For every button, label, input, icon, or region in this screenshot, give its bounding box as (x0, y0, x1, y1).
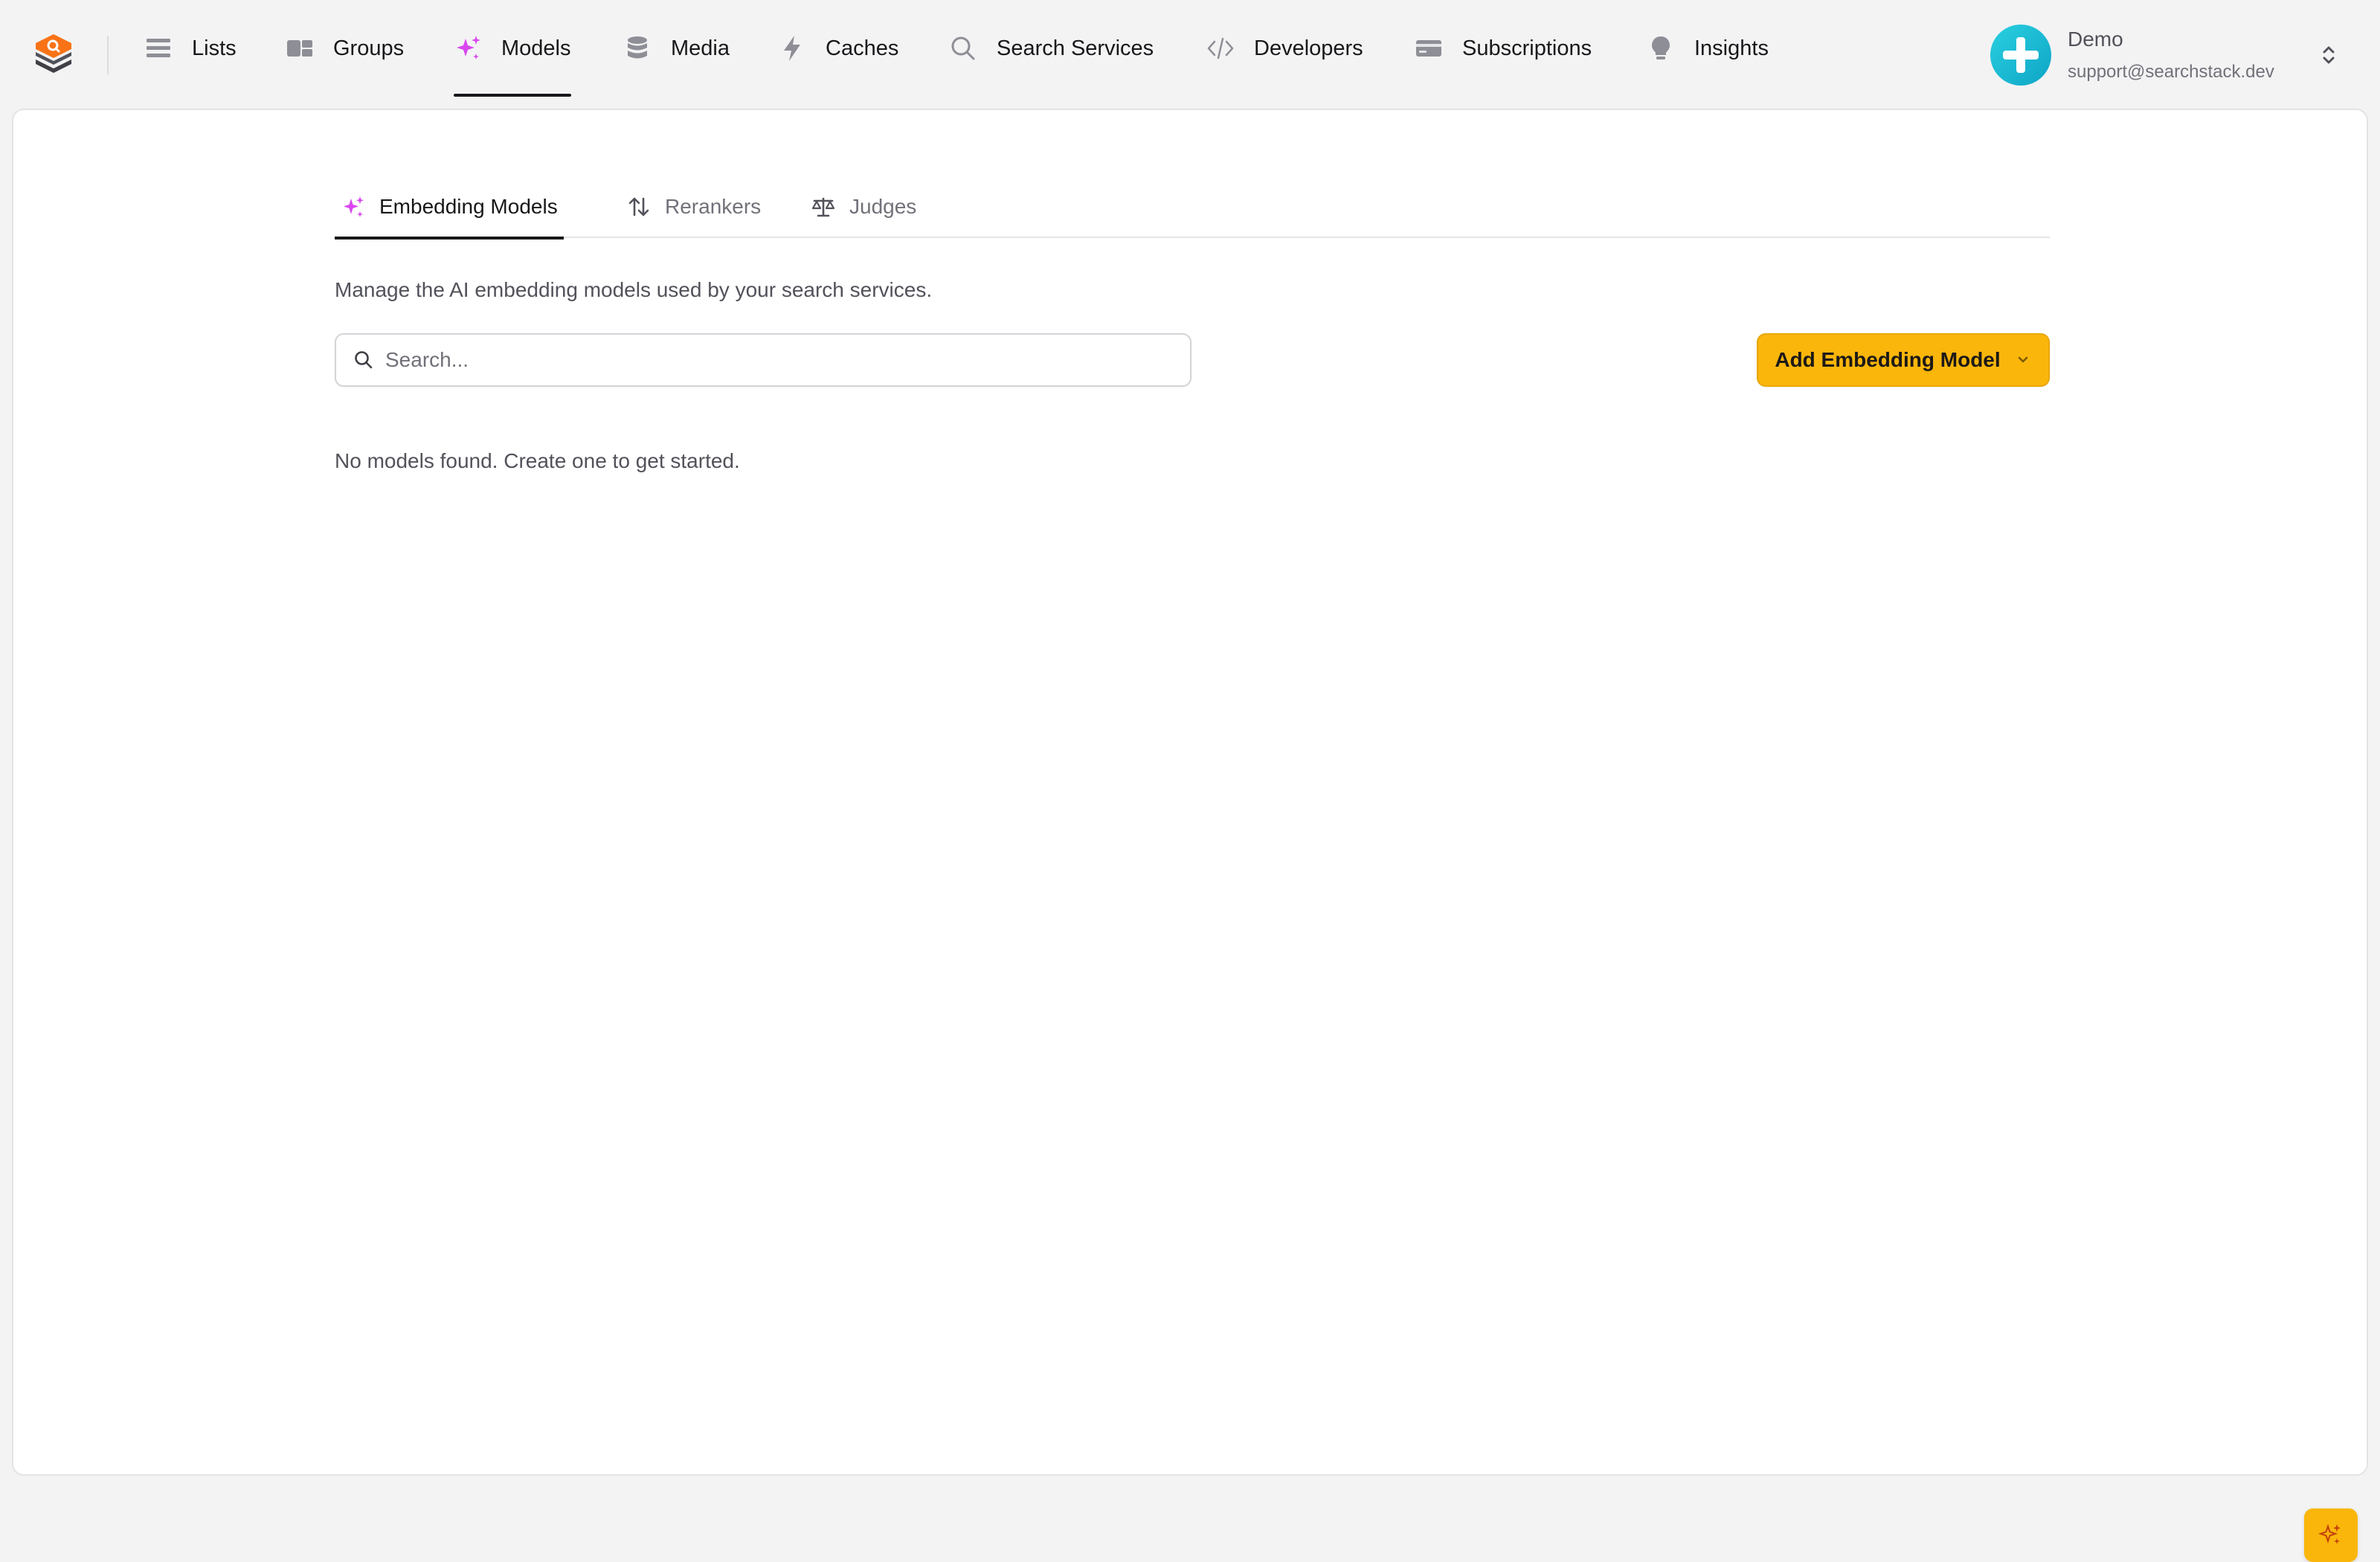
ai-assistant-button[interactable] (2304, 1508, 2358, 1562)
account-switcher[interactable]: Demo support@searchstack.dev (1990, 22, 2340, 88)
database-icon (623, 34, 652, 62)
top-navigation-bar: Lists Groups Models Media Caches Search … (0, 0, 2380, 109)
arrows-up-down-icon (626, 194, 652, 219)
page-description: Manage the AI embedding models used by y… (335, 278, 933, 301)
search-box (335, 333, 1191, 387)
nav-item-label: Caches (826, 36, 899, 60)
nav-item-developers[interactable]: Developers (1206, 0, 1363, 97)
nav-item-groups[interactable]: Groups (286, 0, 404, 97)
sparkles-icon (341, 194, 366, 219)
nav-item-label: Insights (1694, 36, 1769, 60)
groups-icon (286, 34, 314, 62)
account-email: support@searchstack.dev (2068, 62, 2274, 82)
chevron-up-down-icon (2318, 42, 2340, 68)
search-icon (353, 349, 375, 371)
nav-item-label: Subscriptions (1462, 36, 1592, 60)
sparkles-icon (454, 34, 482, 62)
nav-item-label: Groups (333, 36, 405, 60)
nav-item-label: Lists (192, 36, 237, 60)
tab-label: Judges (849, 195, 917, 218)
nav-item-label: Search Services (997, 36, 1154, 60)
lightbulb-icon (1647, 34, 1675, 62)
nav-item-label: Developers (1254, 36, 1363, 60)
nav-item-models[interactable]: Models (454, 0, 571, 97)
nav-item-media[interactable]: Media (623, 0, 730, 97)
lightning-icon (778, 34, 806, 62)
tab-label: Embedding Models (379, 195, 558, 218)
sparkles-icon (2318, 1521, 2344, 1550)
scale-icon (811, 194, 836, 219)
add-embedding-model-button[interactable]: Add Embedding Model (1757, 333, 2050, 387)
nav-item-insights[interactable]: Insights (1647, 0, 1769, 97)
avatar (1990, 25, 2051, 86)
search-input[interactable] (385, 348, 1174, 372)
empty-state-message: No models found. Create one to get start… (335, 449, 740, 472)
logo-divider (107, 36, 109, 74)
nav-item-subscriptions[interactable]: Subscriptions (1415, 0, 1592, 97)
nav-item-search-services[interactable]: Search Services (949, 0, 1154, 97)
nav-item-label: Media (671, 36, 730, 60)
tab-label: Rerankers (665, 195, 762, 218)
account-info: Demo support@searchstack.dev (2068, 28, 2274, 83)
nav-item-caches[interactable]: Caches (778, 0, 898, 97)
add-button-label: Add Embedding Model (1775, 348, 2001, 371)
search-icon (949, 34, 977, 62)
nav-item-lists[interactable]: Lists (144, 0, 237, 97)
tab-rerankers[interactable]: Rerankers (626, 176, 761, 238)
credit-card-icon (1415, 34, 1443, 62)
nav-item-label: Models (501, 36, 571, 60)
tab-embedding-models[interactable]: Embedding Models (335, 176, 564, 240)
plus-icon (2003, 37, 2039, 73)
list-icon (144, 34, 173, 62)
code-icon (1206, 34, 1235, 62)
tab-judges[interactable]: Judges (811, 176, 916, 238)
chevron-down-icon (2014, 351, 2032, 369)
searchstack-logo-icon[interactable] (33, 31, 74, 76)
account-name: Demo (2068, 28, 2123, 51)
main-panel: Embedding Models Rerankers Judges Manage… (12, 109, 2368, 1562)
models-tabs: Embedding Models Rerankers Judges (335, 176, 2050, 240)
